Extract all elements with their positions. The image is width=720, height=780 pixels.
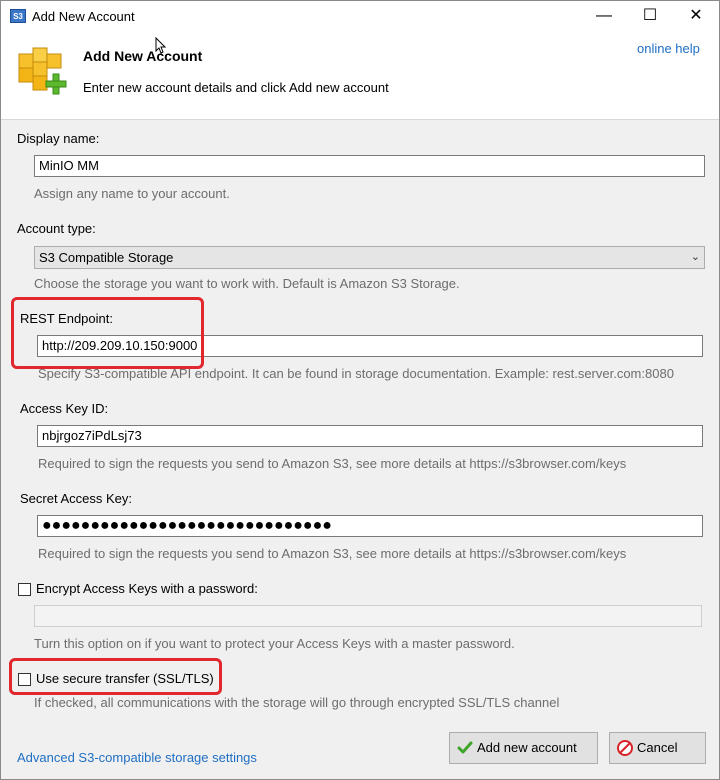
cancel-button[interactable]: Cancel — [609, 732, 706, 764]
minimize-button[interactable]: — — [581, 1, 627, 32]
account-type-label: Account type: — [17, 221, 96, 236]
maximize-button[interactable]: ☐ — [627, 1, 673, 32]
secret-key-input[interactable]: ●●●●●●●●●●●●●●●●●●●●●●●●●●●●●● — [37, 515, 703, 537]
encrypt-keys-hint: Turn this option on if you want to prote… — [34, 636, 515, 651]
window-title: Add New Account — [32, 9, 135, 24]
cancel-label: Cancel — [637, 740, 678, 755]
access-key-label: Access Key ID: — [20, 401, 109, 416]
add-account-dialog: S3 Add New Account — ☐ ✕ Add New Account… — [0, 0, 720, 780]
cancel-icon — [617, 740, 633, 756]
display-name-hint: Assign any name to your account. — [34, 186, 230, 201]
add-new-account-button[interactable]: Add new account — [449, 732, 598, 764]
add-new-account-label: Add new account — [477, 740, 577, 755]
display-name-label: Display name: — [17, 131, 100, 146]
dialog-header: Add New Account Enter new account detail… — [1, 32, 719, 120]
secret-key-hint: Required to sign the requests you send t… — [38, 546, 627, 561]
online-help-link[interactable]: online help — [637, 41, 700, 56]
encrypt-keys-checkbox[interactable] — [18, 583, 31, 596]
access-key-input[interactable]: nbjrgoz7iPdLsj73 — [37, 425, 703, 447]
header-title: Add New Account — [83, 48, 203, 64]
close-button[interactable]: ✕ — [673, 1, 719, 32]
chevron-down-icon: ⌄ — [690, 251, 700, 263]
mouse-cursor-icon — [155, 37, 167, 54]
display-name-input[interactable]: MinIO MM — [34, 155, 705, 177]
access-key-hint: Required to sign the requests you send t… — [38, 456, 627, 471]
advanced-settings-link[interactable]: Advanced S3-compatible storage settings — [17, 750, 257, 765]
encrypt-keys-label[interactable]: Encrypt Access Keys with a password: — [36, 581, 258, 596]
encrypt-password-input[interactable] — [34, 605, 702, 627]
add-account-logo-icon — [18, 47, 67, 95]
secure-transfer-hint: If checked, all communications with the … — [34, 695, 560, 710]
account-type-select[interactable]: S3 Compatible Storage ⌄ — [34, 246, 705, 269]
secure-transfer-highlight — [9, 658, 222, 695]
s3-app-icon: S3 — [10, 9, 26, 23]
account-type-value: S3 Compatible Storage — [39, 250, 174, 265]
title-bar: S3 Add New Account — ☐ ✕ — [1, 1, 719, 32]
rest-endpoint-highlight — [11, 297, 204, 369]
checkmark-icon — [457, 741, 473, 754]
secret-key-label: Secret Access Key: — [20, 491, 132, 506]
header-description: Enter new account details and click Add … — [83, 80, 389, 95]
account-type-hint: Choose the storage you want to work with… — [34, 276, 460, 291]
